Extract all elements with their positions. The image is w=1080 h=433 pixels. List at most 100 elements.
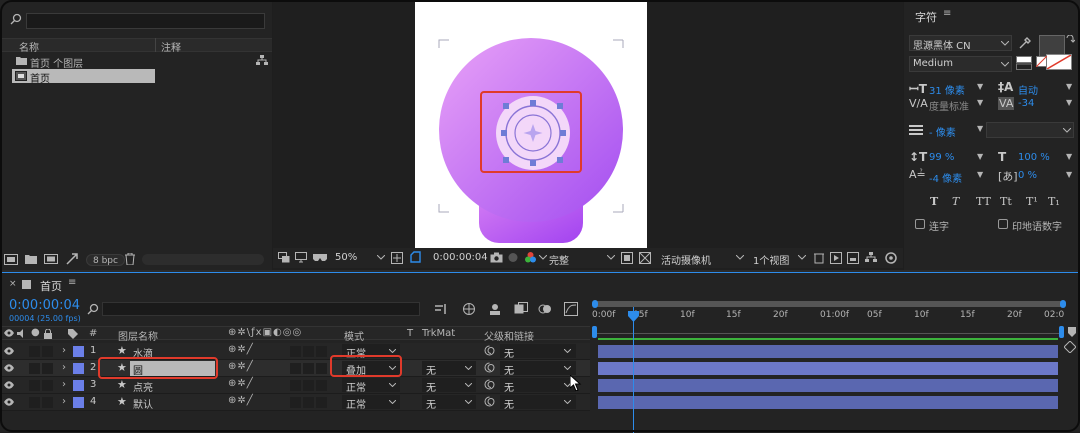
column-comment[interactable]: 注释: [161, 39, 181, 54]
subscript-button[interactable]: T₁: [1048, 195, 1060, 208]
superscript-button[interactable]: T¹: [1026, 195, 1038, 208]
close-icon[interactable]: ×: [9, 279, 17, 289]
viewer-timecode[interactable]: 0:00:00:04: [433, 252, 488, 263]
chevron-down-icon[interactable]: ▼: [977, 152, 983, 161]
column-trkmat[interactable]: TrkMat: [422, 328, 455, 339]
always-preview-icon[interactable]: [278, 252, 290, 263]
out-marker[interactable]: [1059, 326, 1064, 338]
chevron-down-icon[interactable]: [607, 255, 615, 260]
switch-cell[interactable]: [290, 397, 301, 408]
color-channels-icon[interactable]: [524, 251, 537, 264]
work-area-bar[interactable]: [594, 301, 1064, 307]
composition-canvas[interactable]: [415, 0, 647, 248]
lock-icon[interactable]: [44, 329, 52, 339]
layer-row[interactable]: › 4 ★ 默认 ⊕✲╱ 正常 无 无: [0, 394, 1080, 411]
project-item-comp[interactable]: 首页: [12, 69, 155, 85]
switch-cell[interactable]: [316, 363, 327, 374]
time-ruler[interactable]: 0:00f 05f 10f 15f 20f 01:00f 05f 10f 15f 20f 02:0: [592, 300, 1066, 338]
font-size-value[interactable]: 31 像素: [929, 82, 965, 97]
eye-icon[interactable]: [4, 398, 14, 406]
camera-snapshot-icon[interactable]: [490, 252, 503, 263]
solo-toggle[interactable]: [42, 397, 53, 408]
tracking-value[interactable]: -34: [1018, 98, 1034, 109]
chevron-right-icon[interactable]: ›: [62, 379, 66, 390]
pickwhip-icon[interactable]: [484, 345, 495, 356]
keyframe-navigator-icon[interactable]: [1064, 341, 1076, 353]
stroke-color-swatch[interactable]: [1046, 54, 1072, 70]
chevron-right-icon[interactable]: ›: [62, 362, 66, 373]
stroke-style-icon[interactable]: [1016, 56, 1032, 70]
graph-editor-icon[interactable]: [564, 302, 578, 316]
pickwhip-icon[interactable]: [484, 362, 495, 373]
horizontal-scale-value[interactable]: 100 %: [1018, 152, 1050, 163]
column-num[interactable]: #: [89, 328, 97, 339]
switches-header[interactable]: ⊕✲\ƒx▣◐◎◎: [228, 327, 302, 338]
playhead[interactable]: [633, 307, 634, 433]
comp-mini-flowchart-icon[interactable]: [435, 303, 449, 315]
chevron-down-icon[interactable]: ▼: [977, 98, 983, 107]
chevron-down-icon[interactable]: ▼: [1066, 170, 1072, 179]
column-parent[interactable]: 父级和链接: [484, 328, 534, 343]
reset-exposure-icon[interactable]: [885, 252, 897, 264]
panel-menu-icon[interactable]: ≡: [943, 8, 951, 19]
flowchart-icon[interactable]: [865, 252, 877, 263]
blend-mode-dropdown[interactable]: 正常: [342, 395, 400, 411]
monitor-icon[interactable]: [295, 252, 307, 263]
project-item-folder[interactable]: 首页 个图层: [0, 54, 272, 70]
layer-search-input[interactable]: [102, 302, 420, 316]
vr-glasses-icon[interactable]: [313, 253, 327, 262]
solo-icon[interactable]: ●: [31, 327, 40, 338]
audio-toggle[interactable]: [29, 380, 40, 391]
bit-depth-button[interactable]: 8 bpc: [86, 254, 125, 266]
solo-toggle[interactable]: [42, 363, 53, 374]
chevron-right-icon[interactable]: ›: [62, 396, 66, 407]
playhead-handle[interactable]: [628, 311, 639, 322]
panel-menu-icon[interactable]: ≡: [68, 277, 76, 288]
project-scrollbar[interactable]: [142, 254, 264, 265]
faux-bold-button[interactable]: T: [930, 195, 938, 208]
work-area-start[interactable]: [592, 300, 598, 308]
label-color-swatch[interactable]: [73, 346, 84, 357]
layer-duration-bar[interactable]: [598, 379, 1058, 392]
trash-icon[interactable]: [125, 253, 135, 265]
chevron-down-icon[interactable]: ▼: [977, 124, 983, 133]
switch-cell[interactable]: [303, 380, 314, 391]
project-search-input[interactable]: [26, 13, 265, 29]
layer-switches[interactable]: ⊕✲╱: [228, 378, 254, 389]
draft-3d-icon[interactable]: [462, 302, 476, 316]
layer-row[interactable]: › 3 ★ 点亮 ⊕✲╱ 正常 无 无: [0, 377, 1080, 394]
layer-duration-bar[interactable]: [598, 362, 1058, 375]
layer-switches[interactable]: ⊕✲╱: [228, 361, 254, 372]
trkmat-dropdown[interactable]: [422, 344, 476, 358]
interpret-footage-icon[interactable]: [4, 254, 18, 265]
work-area-end[interactable]: [1060, 300, 1066, 308]
new-folder-icon[interactable]: [25, 254, 37, 264]
layer-duration-bar[interactable]: [598, 345, 1058, 358]
trkmat-dropdown[interactable]: 无: [422, 395, 476, 411]
audio-icon[interactable]: [17, 329, 27, 338]
resolution-dropdown[interactable]: 完整: [549, 252, 569, 267]
chevron-down-icon[interactable]: ▼: [977, 170, 983, 179]
fit-icon[interactable]: [391, 252, 403, 264]
switch-cell[interactable]: [303, 397, 314, 408]
parent-dropdown[interactable]: 无: [500, 395, 576, 411]
solo-toggle[interactable]: [42, 380, 53, 391]
audio-toggle[interactable]: [29, 346, 40, 357]
switch-cell[interactable]: [303, 363, 314, 374]
toggle-pixel-aspect-icon[interactable]: [813, 252, 825, 264]
switch-cell[interactable]: [290, 346, 301, 357]
chevron-down-icon[interactable]: [736, 255, 744, 260]
timeline-tab-title[interactable]: 首页: [40, 278, 62, 294]
label-color-swatch[interactable]: [73, 380, 84, 391]
faux-italic-button[interactable]: T: [952, 195, 959, 208]
switch-cell[interactable]: [316, 397, 327, 408]
switch-cell[interactable]: [290, 363, 301, 374]
chevron-down-icon[interactable]: ▼: [1066, 98, 1072, 107]
chevron-down-icon[interactable]: ▼: [1066, 82, 1072, 91]
label-color-swatch[interactable]: [73, 363, 84, 374]
audio-toggle[interactable]: [29, 397, 40, 408]
timeline-icon[interactable]: [847, 252, 859, 264]
trkmat-dropdown[interactable]: 无: [422, 361, 476, 377]
column-layer-name[interactable]: 图层名称: [118, 328, 158, 343]
layer-duration-bar[interactable]: [598, 396, 1058, 409]
